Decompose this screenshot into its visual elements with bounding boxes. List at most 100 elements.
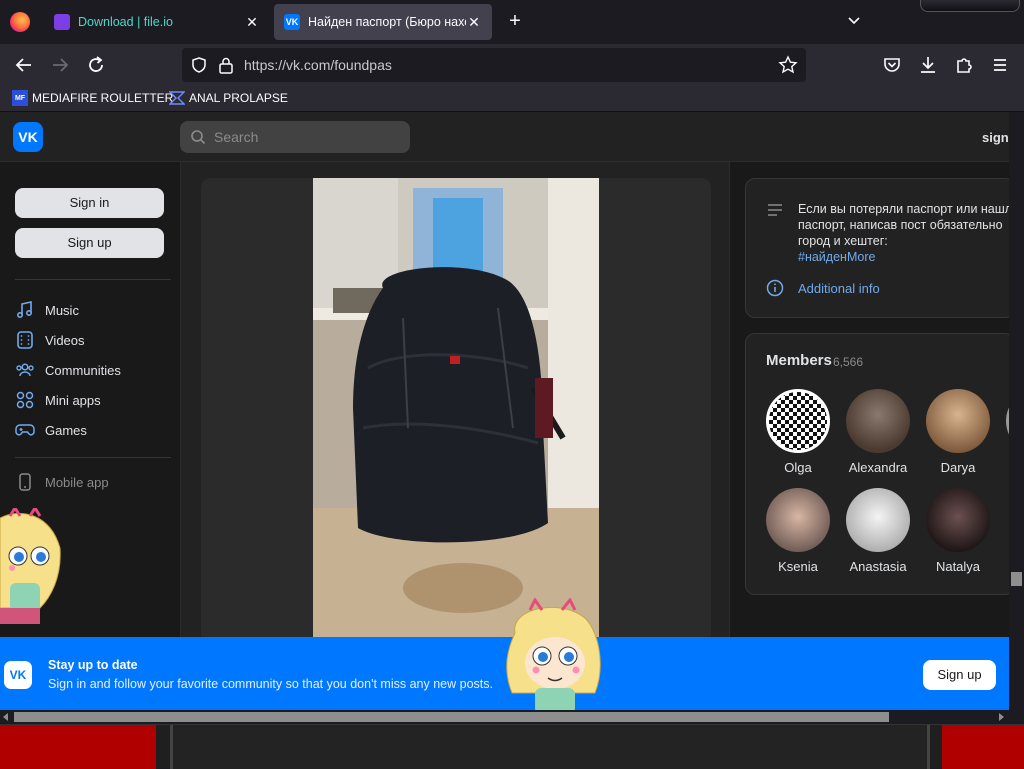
address-bar[interactable]: https://vk.com/foundpas <box>182 48 806 82</box>
header-sign-link[interactable]: sign <box>982 130 1009 145</box>
member-name[interactable]: Anastasia <box>838 559 918 574</box>
close-icon[interactable]: ✕ <box>244 14 260 31</box>
info-icon <box>766 279 784 297</box>
fileio-favicon-icon <box>54 14 70 30</box>
horizontal-scroll-thumb[interactable] <box>14 712 889 722</box>
post-card <box>201 178 711 698</box>
close-icon[interactable]: ✕ <box>466 14 482 31</box>
back-arrow-icon[interactable] <box>12 53 36 77</box>
avatar[interactable] <box>926 389 990 453</box>
forward-arrow-icon[interactable] <box>48 53 72 77</box>
tab-vk-foundpas[interactable]: VK Найден паспорт (Бюро находо ✕ <box>274 4 492 40</box>
member-anastasia[interactable]: Anastasia <box>838 488 918 574</box>
avatar[interactable] <box>766 488 830 552</box>
sidebar-item-label: Communities <box>45 362 121 378</box>
description-line: город и хештег: <box>798 234 888 248</box>
members-card: Members 6,566 Olga Alexandra Darya V Kse… <box>745 333 1009 595</box>
banner-sign-up-button[interactable]: Sign up <box>923 660 996 690</box>
firefox-icon[interactable] <box>10 12 30 32</box>
member-natalya[interactable]: Natalya <box>918 488 998 574</box>
avatar[interactable] <box>926 488 990 552</box>
pocket-icon[interactable] <box>880 53 904 77</box>
bookmark-anal-prolapse[interactable]: ANAL PROLAPSE <box>169 90 288 106</box>
tab-download-fileio[interactable]: Download | file.io ✕ <box>44 4 270 40</box>
hashtag-link[interactable]: #найден <box>798 250 847 264</box>
chevron-down-icon[interactable] <box>846 12 862 28</box>
avatar[interactable] <box>846 389 910 453</box>
browser-tab-bar: Download | file.io ✕ VK Найден паспорт (… <box>0 0 1024 44</box>
avatar[interactable] <box>766 389 830 453</box>
scroll-left-icon[interactable] <box>2 713 10 721</box>
description-line: паспорт, написав пост обязательно <box>798 218 1003 232</box>
members-count: 6,566 <box>833 355 864 369</box>
vk-header: VK sign <box>0 112 1009 162</box>
url-text[interactable]: https://vk.com/foundpas <box>244 57 392 73</box>
extensions-puzzle-icon[interactable] <box>952 53 976 77</box>
sign-in-button[interactable]: Sign in <box>15 188 164 218</box>
sidebar-item-mobile-app[interactable]: Mobile app <box>15 472 109 492</box>
taskbar-left-panel <box>0 725 156 769</box>
community-description: Если вы потеряли паспорт или нашли паспо… <box>798 201 1009 265</box>
text-lines-icon <box>768 204 782 216</box>
avatar[interactable] <box>846 488 910 552</box>
member-name[interactable]: Alexandra <box>838 460 918 475</box>
member-v[interactable]: V <box>998 389 1009 475</box>
sidebar-divider <box>15 279 171 280</box>
taskbar-center-panel <box>170 725 930 769</box>
member-name[interactable]: V <box>998 460 1009 475</box>
about-card: Если вы потеряли паспорт или нашли паспо… <box>745 178 1009 318</box>
search-box[interactable] <box>180 121 410 153</box>
bookmarks-bar: MF MEDIAFIRE ROULETTER ANAL PROLAPSE <box>0 86 1024 112</box>
video-icon <box>17 331 33 349</box>
music-icon <box>16 301 33 319</box>
vk-favicon-icon: VK <box>284 14 300 30</box>
banner-subtitle: Sign in and follow your favorite communi… <box>48 677 493 691</box>
shield-icon[interactable] <box>190 56 208 74</box>
taskbar-right-panel <box>942 725 1024 769</box>
vertical-scroll-thumb[interactable] <box>1011 572 1022 586</box>
member-name[interactable]: Darya <box>918 460 998 475</box>
vertical-scrollbar[interactable] <box>1009 112 1024 724</box>
bookmark-label: ANAL PROLAPSE <box>189 91 288 105</box>
sidebar-item-music[interactable]: Music <box>15 300 79 320</box>
mediafire-icon: MF <box>12 90 28 106</box>
bookmark-mediafire-rouletter[interactable]: MF MEDIAFIRE ROULETTER <box>12 90 173 106</box>
member-olga[interactable]: Olga <box>758 389 838 475</box>
sidebar-item-label: Games <box>45 422 87 438</box>
description-line: Если вы потеряли паспорт или нашли <box>798 202 1009 216</box>
communities-icon <box>16 363 34 377</box>
new-tab-plus-icon[interactable]: + <box>504 10 526 32</box>
members-title[interactable]: Members <box>766 352 832 369</box>
sidebar-divider <box>15 457 171 458</box>
search-input[interactable] <box>214 127 394 147</box>
more-link[interactable]: More <box>847 250 875 264</box>
search-icon <box>191 130 206 145</box>
member-name[interactable]: Olga <box>758 460 838 475</box>
sidebar-item-mini-apps[interactable]: Mini apps <box>15 390 101 410</box>
sidebar-item-communities[interactable]: Communities <box>15 360 121 380</box>
menu-hamburger-icon[interactable] <box>988 53 1012 77</box>
member-darya[interactable]: Darya <box>918 389 998 475</box>
post-feed <box>180 162 730 710</box>
additional-info-link[interactable]: Additional info <box>798 281 880 296</box>
download-icon[interactable] <box>916 53 940 77</box>
gamepad-icon <box>15 424 35 436</box>
tab-title: Найден паспорт (Бюро находо <box>308 15 466 29</box>
member-name[interactable]: Ksenia <box>758 559 838 574</box>
vk-logo-icon[interactable]: VK <box>13 122 43 152</box>
member-ksenia[interactable]: Ksenia <box>758 488 838 574</box>
lock-icon[interactable] <box>218 56 234 74</box>
vk-logo-icon: VK <box>4 661 32 689</box>
banner-title: Stay up to date <box>48 658 138 672</box>
sidebar-item-label: Music <box>45 302 79 318</box>
member-name[interactable]: Natalya <box>918 559 998 574</box>
bookmark-star-icon[interactable] <box>778 55 798 75</box>
horizontal-scrollbar[interactable] <box>0 710 1009 724</box>
member-alexandra[interactable]: Alexandra <box>838 389 918 475</box>
sidebar-item-games[interactable]: Games <box>15 420 87 440</box>
sign-up-button[interactable]: Sign up <box>15 228 164 258</box>
sidebar-item-videos[interactable]: Videos <box>15 330 85 350</box>
reload-icon[interactable] <box>84 53 108 77</box>
phone-icon <box>19 473 31 491</box>
scroll-right-icon[interactable] <box>997 713 1005 721</box>
